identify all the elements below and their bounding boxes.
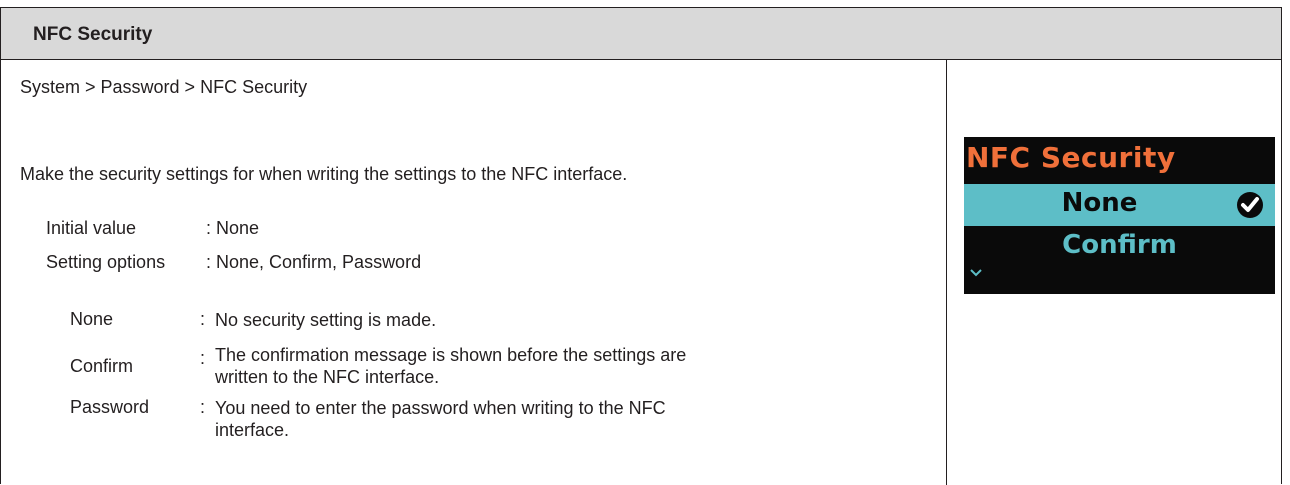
option-name: Confirm [70,356,134,376]
setting-options-row: Setting options : None, Confirm, Password [46,252,421,273]
initial-value-label: Initial value [46,218,137,238]
initial-value-row: Initial value : None [46,218,259,239]
setting-options-label: Setting options [46,252,166,272]
description-cell: System > Password > NFC Security Make th… [1,60,947,485]
setting-options-value: : None, Confirm, Password [206,252,422,272]
option-colon: : [200,309,206,329]
device-screen-title: NFC Security [966,141,1176,174]
device-next-item: Confirm [1062,230,1177,260]
option-description: The confirmation message is shown before… [215,345,687,387]
option-name: Password [70,397,150,417]
device-selected-label: None [1061,188,1138,218]
table-header: NFC Security [1,8,1281,60]
device-selected-item: None [964,184,1275,226]
check-circle-icon [1237,192,1263,218]
chevron-down-icon [970,269,982,277]
option-name: None [70,309,114,329]
device-screen-preview: NFC Security None Confirm [964,137,1275,294]
option-description: You need to enter the password when writ… [215,398,666,440]
option-description: No security setting is made. [215,310,437,330]
description-text: Make the security settings for when writ… [20,164,628,184]
option-colon: : [200,397,206,417]
initial-value-value: : None [206,218,260,238]
option-colon: : [200,348,206,368]
page-title: NFC Security [33,24,153,45]
breadcrumb: System > Password > NFC Security [20,77,308,97]
